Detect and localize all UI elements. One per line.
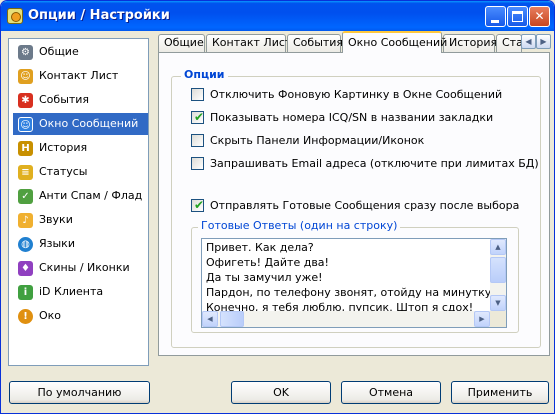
- sound-icon: ♪: [18, 213, 33, 228]
- scroll-up-button[interactable]: ▲: [490, 239, 506, 255]
- scroll-left-button[interactable]: ◀: [202, 311, 218, 327]
- text-line: Да ты замучил уже!: [206, 271, 323, 284]
- checkbox-label: Отключить Фоновую Картинку в Окне Сообще…: [210, 88, 503, 101]
- globe-icon: ◍: [18, 237, 33, 252]
- sidebar-item-label: Языки: [39, 237, 75, 250]
- vertical-scrollbar[interactable]: ▲ ▼: [490, 239, 506, 311]
- text-line: Привет. Как дела?: [206, 241, 314, 254]
- sidebar-item-label: История: [39, 141, 88, 154]
- vertical-scroll-thumb[interactable]: [490, 257, 506, 283]
- sidebar-item-events[interactable]: ✱ События: [13, 89, 148, 111]
- skin-icon: ♦: [18, 261, 33, 276]
- checkbox-box[interactable]: ✔: [191, 110, 205, 124]
- contact-icon: ☺: [18, 69, 33, 84]
- minimize-icon: [491, 20, 499, 23]
- sidebar-item-label: iD Клиента: [39, 285, 104, 298]
- events-icon: ✱: [18, 93, 33, 108]
- maximize-button[interactable]: [507, 6, 528, 27]
- arrow-left-icon: ◀: [207, 315, 213, 323]
- tab-panel: Опции Отключить Фоновую Картинку в Окне …: [158, 52, 550, 356]
- sidebar-item-eye[interactable]: ! Око: [13, 305, 148, 327]
- checkbox-label: Отправлять Готовые Сообщения сразу после…: [210, 199, 520, 212]
- sidebar-item-contact-list[interactable]: ☺ Контакт Лист: [13, 65, 148, 87]
- history-icon: H: [18, 141, 33, 156]
- sidebar-item-label: Скины / Иконки: [39, 261, 130, 274]
- sidebar-item-label: Звуки: [39, 213, 73, 226]
- checkbox-label: Показывать номера ICQ/SN в названии закл…: [210, 111, 494, 124]
- check-mark-icon: ✔: [194, 110, 205, 124]
- category-list[interactable]: ⚙ Общие ☺ Контакт Лист ✱ События ☺ Окно …: [8, 38, 149, 366]
- ready-answers-legend: Готовые Ответы (один на строку): [198, 219, 401, 232]
- text-line: Пардон, по телефону звонят, отойду на ми…: [206, 286, 495, 299]
- close-icon: ✕: [534, 9, 545, 23]
- text-line: Офигеть! Дайте два!: [206, 256, 329, 269]
- sidebar-item-general[interactable]: ⚙ Общие: [13, 41, 148, 63]
- ready-answers-textarea[interactable]: Привет. Как дела? Офигеть! Дайте два! Да…: [201, 238, 507, 328]
- arrow-up-icon: ▲: [495, 243, 501, 251]
- window-title: Опции / Настройки: [28, 8, 170, 23]
- cancel-button[interactable]: Отмена: [341, 381, 441, 404]
- sidebar-item-message-window[interactable]: ☺ Окно Сообщений: [13, 113, 148, 135]
- message-window-icon: ☺: [18, 117, 33, 132]
- tab-events[interactable]: События: [287, 34, 343, 52]
- client-id-icon: i: [18, 285, 33, 300]
- tab-statuses-partial[interactable]: Ста: [496, 34, 522, 52]
- checkbox-box[interactable]: [191, 88, 204, 101]
- sidebar-item-antispam[interactable]: ✓ Анти Спам / Флад: [13, 185, 148, 207]
- minimize-button[interactable]: [485, 6, 506, 27]
- tab-scroll-right-button[interactable]: ▶: [536, 34, 551, 49]
- default-button[interactable]: По умолчанию: [9, 381, 150, 404]
- arrow-right-icon: ▶: [540, 37, 547, 46]
- close-button[interactable]: ✕: [529, 6, 550, 27]
- tab-contact-list[interactable]: Контакт Лист: [206, 34, 291, 52]
- shield-icon: ✓: [18, 189, 33, 204]
- arrow-left-icon: ◀: [525, 37, 532, 46]
- sidebar-item-languages[interactable]: ◍ Языки: [13, 233, 148, 255]
- options-window: Опции / Настройки ✕ ⚙ Общие ☺ Контакт Ли…: [0, 0, 555, 414]
- status-icon: ≡: [18, 165, 33, 180]
- checkbox-label: Скрыть Панели Информации/Иконок: [210, 134, 425, 147]
- arrow-down-icon: ▼: [495, 299, 501, 307]
- tab-message-window[interactable]: Окно Сообщений: [342, 31, 447, 53]
- sidebar-item-sounds[interactable]: ♪ Звуки: [13, 209, 148, 231]
- sidebar-item-label: Общие: [39, 45, 79, 58]
- sidebar-item-label: Око: [39, 309, 62, 322]
- scroll-right-button[interactable]: ▶: [474, 311, 490, 327]
- tab-history[interactable]: История: [443, 34, 497, 52]
- eye-icon: !: [18, 309, 33, 324]
- ok-button[interactable]: OK: [231, 381, 331, 404]
- horizontal-scrollbar[interactable]: ◀ ▶: [202, 311, 490, 327]
- sidebar-item-label: Контакт Лист: [39, 69, 119, 82]
- sidebar-item-history[interactable]: H История: [13, 137, 148, 159]
- tab-scroll-left-button[interactable]: ◀: [521, 34, 536, 49]
- checkbox-box[interactable]: [191, 157, 204, 170]
- checkbox-box[interactable]: [191, 134, 204, 147]
- check-mark-icon: ✔: [194, 198, 205, 212]
- title-bar[interactable]: Опции / Настройки ✕: [1, 1, 554, 31]
- horizontal-scroll-thumb[interactable]: [220, 311, 244, 327]
- scroll-corner: [490, 311, 506, 327]
- maximize-icon: [512, 11, 523, 22]
- settings-icon: ⚙: [18, 45, 33, 60]
- arrow-right-icon: ▶: [479, 315, 485, 323]
- sidebar-item-client-id[interactable]: i iD Клиента: [13, 281, 148, 303]
- sidebar-item-label: Окно Сообщений: [39, 117, 139, 130]
- sidebar-item-statuses[interactable]: ≡ Статусы: [13, 161, 148, 183]
- scroll-down-button[interactable]: ▼: [490, 295, 506, 311]
- options-legend: Опции: [181, 68, 228, 81]
- sidebar-item-label: События: [39, 93, 90, 106]
- app-icon: [7, 8, 23, 24]
- sidebar-item-skins[interactable]: ♦ Скины / Иконки: [13, 257, 148, 279]
- apply-button[interactable]: Применить: [451, 381, 549, 404]
- sidebar-item-label: Анти Спам / Флад: [39, 189, 143, 202]
- checkbox-box[interactable]: ✔: [191, 198, 205, 212]
- sidebar-item-label: Статусы: [39, 165, 88, 178]
- checkbox-label: Запрашивать Email адреса (отключите при …: [210, 157, 539, 170]
- tab-general[interactable]: Общие: [158, 34, 205, 52]
